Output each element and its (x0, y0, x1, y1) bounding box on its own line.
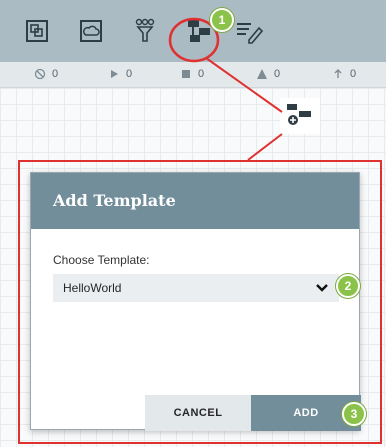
disabled-icon (34, 68, 46, 80)
warning-icon (257, 69, 267, 79)
remote-process-group-icon (80, 20, 102, 42)
process-group-tool[interactable] (20, 14, 54, 48)
callout-1: 1 (210, 8, 234, 32)
upload-status: 0 (332, 68, 356, 80)
running-status: 0 (108, 68, 132, 80)
component-toolbar (0, 0, 386, 62)
upload-count: 0 (350, 68, 357, 80)
chevron-down-icon (316, 284, 328, 292)
add-template-dialog: Add Template Choose Template: HelloWorld… (30, 172, 361, 431)
template-icon (287, 104, 311, 125)
funnel-tool[interactable] (128, 14, 162, 48)
remote-process-group-tool[interactable] (74, 14, 108, 48)
invalid-status: 0 (256, 68, 280, 80)
process-group-icon (26, 20, 48, 42)
dragged-template[interactable] (280, 98, 320, 134)
choose-template-label: Choose Template: (53, 253, 150, 267)
label-tool[interactable] (232, 14, 266, 48)
callout-2: 2 (336, 274, 360, 298)
cancel-button[interactable]: CANCEL (145, 395, 251, 431)
upload-icon (334, 69, 342, 78)
dialog-title: Add Template (31, 173, 359, 229)
label-icon (237, 23, 264, 44)
stop-icon (182, 70, 190, 78)
selected-template: HelloWorld (63, 281, 122, 295)
status-bar: 0 0 0 0 0 (0, 62, 386, 88)
running-count: 0 (126, 68, 133, 80)
stopped-count: 0 (198, 68, 205, 80)
callout-3: 3 (342, 402, 366, 426)
stopped-status: 0 (180, 68, 204, 80)
play-icon (111, 70, 118, 78)
disabled-count: 0 (52, 68, 59, 80)
disabled-status: 0 (34, 68, 58, 80)
funnel-icon (135, 18, 155, 42)
template-select[interactable]: HelloWorld (53, 274, 339, 302)
invalid-count: 0 (274, 68, 281, 80)
